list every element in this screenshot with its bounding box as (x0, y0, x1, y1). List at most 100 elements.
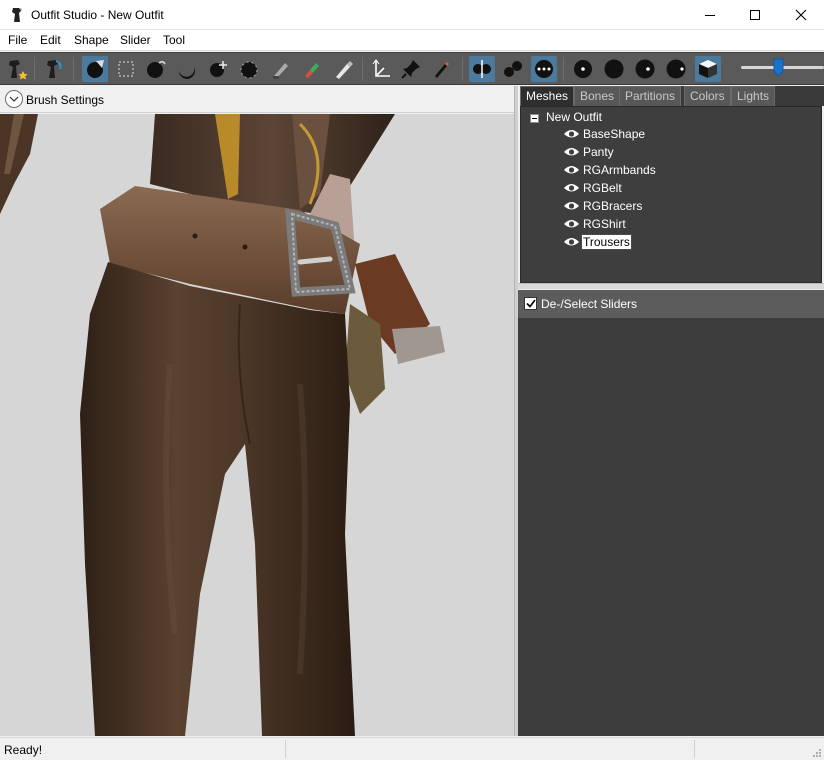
color-brush-icon (336, 61, 353, 79)
transform-icon (372, 59, 390, 77)
mesh-tree[interactable]: New Outfit BaseShape Panty RGArmbands RG… (520, 106, 822, 283)
close-icon (795, 9, 807, 21)
chevron-down-icon (9, 96, 19, 102)
eye-icon[interactable] (563, 200, 580, 212)
vertex-edit-button[interactable] (428, 56, 454, 82)
mask-brush-button[interactable] (113, 56, 139, 82)
pivot-button[interactable] (398, 56, 424, 82)
right-panel-splitter[interactable] (518, 283, 824, 289)
inflate-brush-icon (147, 60, 166, 78)
tab-partitions[interactable]: Partitions (619, 86, 682, 106)
menu-bar: File Edit Shape Slider Tool (0, 30, 824, 51)
wireframe-icon (699, 60, 717, 78)
xmirror-icon (473, 60, 491, 78)
maximize-button[interactable] (732, 0, 778, 30)
checkmark-icon (525, 299, 536, 308)
tab-meshes[interactable]: Meshes (520, 86, 575, 106)
color-brush-button[interactable] (330, 56, 356, 82)
minimize-icon (705, 15, 715, 16)
inflate-brush-button[interactable] (143, 56, 169, 82)
global-brush-icon (535, 60, 553, 78)
move-brush-button[interactable] (205, 56, 231, 82)
mesh-item-rgshirt[interactable]: RGShirt (563, 216, 627, 232)
3d-viewport[interactable] (0, 114, 514, 736)
eye-icon[interactable] (563, 236, 580, 248)
select-sliders-label[interactable]: De-/Select Sliders (541, 297, 637, 311)
smooth-brush-button[interactable] (236, 56, 262, 82)
wireframe-button[interactable] (695, 56, 721, 82)
brush-size-1-icon (574, 60, 592, 78)
tree-collapse-toggle[interactable] (530, 114, 539, 123)
mesh-item-label: BaseShape (583, 127, 646, 141)
mesh-item-rgarmbands[interactable]: RGArmbands (563, 162, 657, 178)
smooth-brush-icon (240, 61, 258, 79)
brush-size-2-button[interactable] (601, 56, 627, 82)
undiff-brush-button[interactable] (268, 56, 294, 82)
slider-header: De-/Select Sliders (518, 290, 824, 318)
mask-brush-icon (118, 61, 134, 77)
mesh-item-rgbelt[interactable]: RGBelt (563, 180, 623, 196)
connected-button[interactable] (500, 56, 526, 82)
brush-size-3-button[interactable] (632, 56, 658, 82)
connected-icon (504, 61, 522, 77)
xmirror-button[interactable] (469, 56, 495, 82)
menu-tool[interactable]: Tool (163, 33, 185, 47)
outfit-model-render (0, 114, 445, 736)
mesh-item-baseshape[interactable]: BaseShape (563, 126, 646, 142)
mesh-item-label: RGBelt (583, 181, 622, 195)
close-button[interactable] (778, 0, 824, 30)
new-project-icon (9, 60, 28, 80)
brush-size-3-icon (635, 59, 655, 79)
global-brush-button[interactable] (531, 56, 557, 82)
tab-bar: Meshes Bones Partitions Colors Lights (520, 86, 824, 106)
deflate-brush-button[interactable] (174, 56, 200, 82)
toolbar (0, 52, 824, 85)
transform-button[interactable] (368, 56, 394, 82)
tab-bones[interactable]: Bones (574, 86, 621, 106)
minimize-button[interactable] (687, 0, 733, 30)
select-brush-icon (87, 60, 104, 78)
mesh-item-rgbracers[interactable]: RGBracers (563, 198, 643, 214)
move-brush-icon (210, 61, 227, 77)
status-bar: Ready! (0, 737, 824, 760)
load-reference-icon (47, 59, 62, 78)
brush-settings-label: Brush Settings (26, 93, 105, 107)
maximize-icon (750, 10, 760, 20)
pivot-icon (401, 60, 420, 79)
tree-root-label[interactable]: New Outfit (546, 110, 602, 124)
eye-icon[interactable] (563, 164, 580, 176)
brush-size-1-button[interactable] (570, 56, 596, 82)
load-reference-button[interactable] (42, 56, 68, 82)
eye-icon[interactable] (563, 218, 580, 230)
mesh-item-panty[interactable]: Panty (563, 144, 615, 160)
brush-size-slider-thumb[interactable] (773, 58, 784, 77)
tab-colors[interactable]: Colors (684, 86, 731, 106)
new-project-button[interactable] (4, 56, 30, 82)
mesh-item-label: RGBracers (583, 199, 643, 213)
select-all-sliders-checkbox[interactable] (524, 297, 537, 310)
undiff-brush-icon (273, 63, 288, 79)
menu-edit[interactable]: Edit (40, 33, 61, 47)
mesh-item-label: Panty (583, 145, 614, 159)
weight-brush-icon (305, 63, 319, 78)
brush-size-4-icon (666, 59, 686, 79)
status-text: Ready! (4, 743, 43, 757)
mesh-item-label: Trousers (581, 234, 632, 250)
slider-list[interactable] (518, 318, 824, 736)
menu-slider[interactable]: Slider (120, 33, 151, 47)
eye-icon[interactable] (563, 182, 580, 194)
brush-settings-bar[interactable]: Brush Settings (0, 86, 516, 113)
eye-icon[interactable] (563, 146, 580, 158)
brush-settings-toggle[interactable] (5, 90, 23, 108)
resize-grip-icon[interactable] (812, 748, 822, 758)
brush-size-4-button[interactable] (663, 56, 689, 82)
weight-brush-button[interactable] (299, 56, 325, 82)
select-brush-button[interactable] (82, 56, 108, 82)
menu-file[interactable]: File (8, 33, 27, 47)
mesh-item-trousers[interactable]: Trousers (563, 234, 632, 250)
tab-lights[interactable]: Lights (731, 86, 776, 106)
menu-shape[interactable]: Shape (74, 33, 109, 47)
title-bar: Outfit Studio - New Outfit (0, 0, 824, 30)
eye-icon[interactable] (563, 128, 580, 140)
mesh-item-label: RGArmbands (583, 163, 656, 177)
